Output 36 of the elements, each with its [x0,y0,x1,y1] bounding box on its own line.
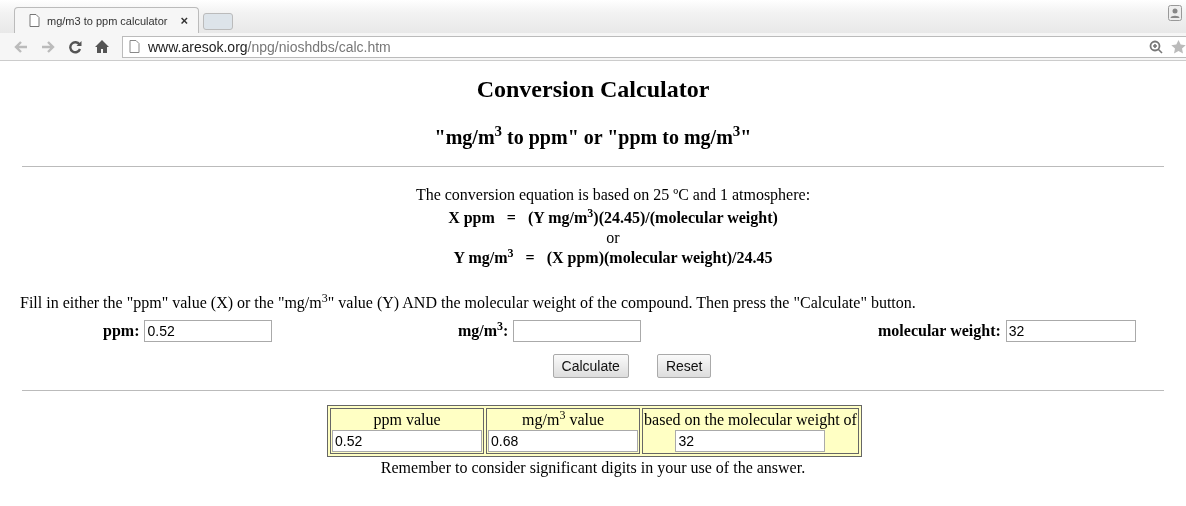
page-icon [129,40,140,53]
page-title: Conversion Calculator [475,75,711,104]
instructions-text: Fill in either the "ppm" value (X) or the "mg/m$^{3}$" value (Y) AND the molecular weight of the compound. Then press the "Calculate" button. [20,294,917,312]
page-icon [29,14,40,27]
column-header: ppm value [372,410,442,430]
star-icon[interactable] [1171,39,1186,54]
equation-text: Y mg/m$^{3}$ = (X ppm)(molecular weight)/24.45 [452,246,774,269]
home-icon[interactable] [95,40,109,53]
reload-icon[interactable] [68,39,82,54]
url-text: www.aresok.org/npg/nioshdbs/calc.htm [148,38,391,55]
page-subtitle: "mg/m$^{3}$ to ppm" or "ppm to mg/m$^{3}$" [433,124,753,150]
field-label: ppm: [103,322,140,340]
browser-tab[interactable]: mg/m3 to ppm calculator × [14,7,199,33]
result-field[interactable]: 32 [675,430,826,452]
back-icon[interactable] [14,40,28,53]
note-text: Remember to consider significant digits in your use of the answer. [379,459,807,477]
column-header: mg/m$^{3}$ value [521,410,606,430]
field-label: mg/m$^{3}$: [458,322,509,340]
result-field[interactable]: 0.68 [488,430,639,452]
calculate-button[interactable]: Calculate [552,354,629,378]
column-header: based on the molecular weight of [644,410,857,430]
new-tab-button[interactable] [203,13,233,30]
intro-text: The conversion equation is based on 25 ºC and 1 atmosphere: [414,185,812,206]
tab-close-button[interactable]: × [180,13,188,28]
input-field[interactable]: 32 [1005,320,1136,342]
field-label: molecular weight: [878,322,1001,340]
address-bar[interactable]: www.aresok.org/npg/nioshdbs/calc.htm [122,35,1186,58]
input-field[interactable] [513,320,642,342]
result-field[interactable]: 0.52 [332,430,483,452]
zoom-icon[interactable] [1149,39,1163,54]
input-field[interactable]: 0.52 [144,320,273,342]
forward-icon[interactable] [41,40,55,53]
user-icon[interactable] [1168,5,1182,21]
equation-text: or [605,230,621,246]
reset-button[interactable]: Reset [656,354,712,378]
equation-text: X ppm = (Y mg/m$^{3}$)(24.45)/(molecular weight) [447,206,779,229]
